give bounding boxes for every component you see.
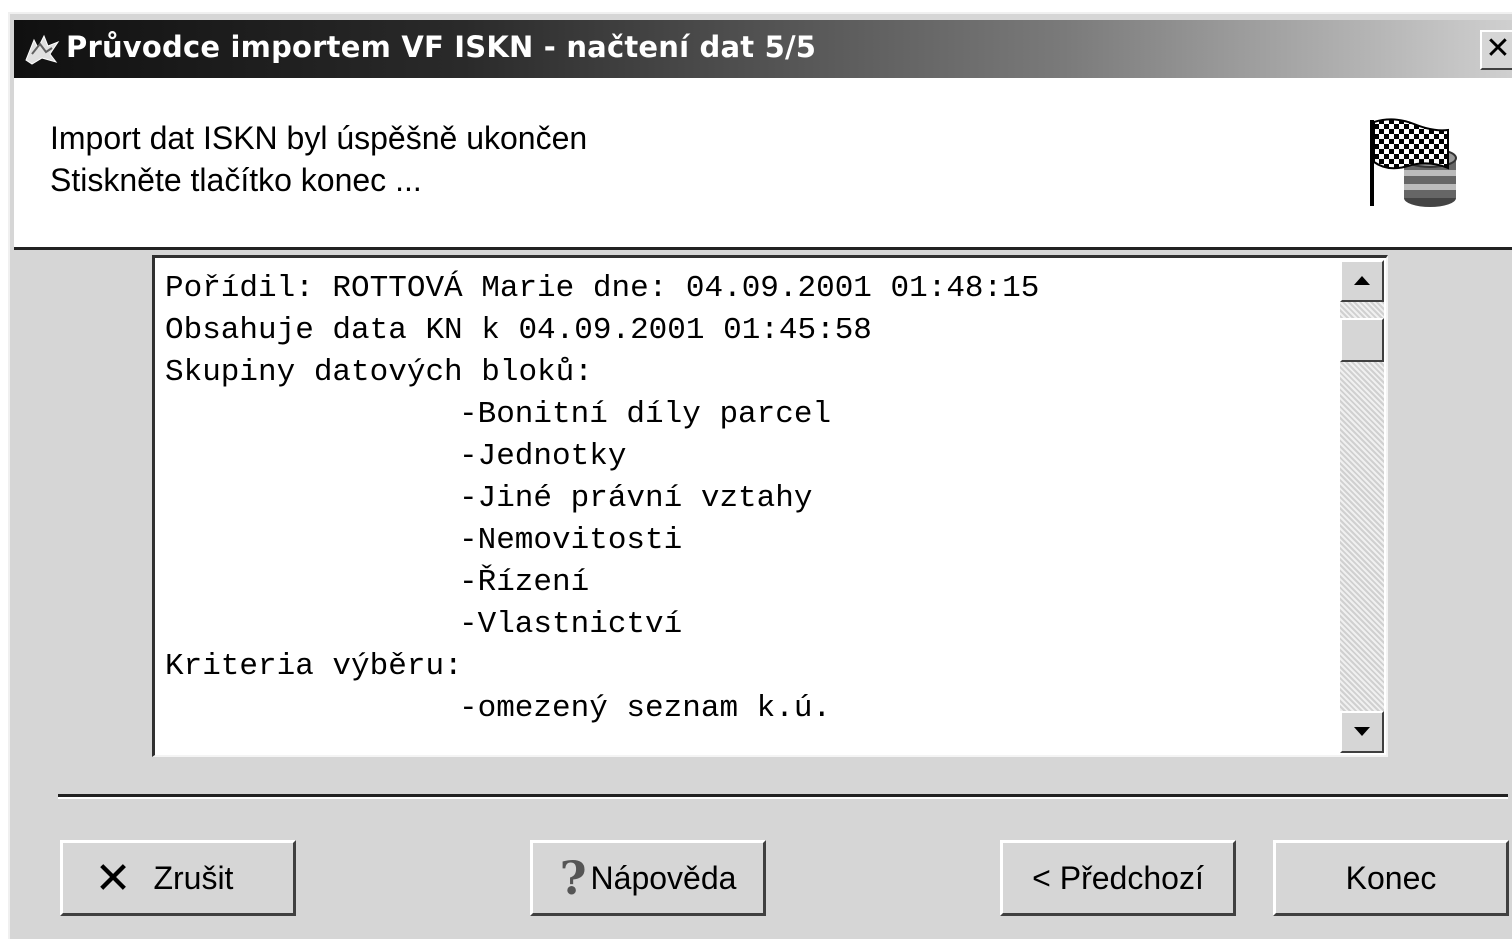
log-line: -Jiné právní vztahy — [459, 481, 813, 516]
previous-label: < Předchozí — [1032, 859, 1204, 896]
help-button[interactable]: ? Nápověda — [530, 840, 766, 916]
title-bar: Průvodce importem VF ISKN - načtení dat … — [14, 20, 1512, 78]
vertical-scrollbar[interactable] — [1340, 260, 1384, 753]
log-line: Pořídil: ROTTOVÁ Marie dne: 04.09.2001 0… — [165, 271, 1040, 306]
scroll-up-button[interactable] — [1340, 260, 1384, 302]
close-button[interactable]: ✕ — [1480, 30, 1512, 70]
finish-label: Konec — [1345, 859, 1437, 896]
cross-icon: ✕ — [94, 852, 132, 904]
scrollbar-thumb[interactable] — [1340, 318, 1384, 362]
scroll-down-button[interactable] — [1340, 711, 1384, 753]
log-line: -Řízení — [459, 565, 590, 600]
log-line: -Jednotky — [459, 439, 627, 474]
log-line: -omezený seznam k.ú. — [459, 691, 832, 726]
window-title: Průvodce importem VF ISKN - načtení dat … — [66, 30, 817, 64]
question-icon: ? — [559, 851, 587, 905]
log-line: -Nemovitosti — [459, 523, 683, 558]
instruction-message: Stiskněte tlačítko konec ... — [50, 162, 422, 198]
status-message: Import dat ISKN byl úspěšně ukončen — [50, 120, 588, 156]
import-log-textbox[interactable]: Pořídil: ROTTOVÁ Marie dne: 04.09.2001 0… — [152, 255, 1388, 757]
log-line: -Bonitní díly parcel — [459, 397, 832, 432]
footer-separator — [58, 794, 1508, 799]
cancel-label: Zrušit — [153, 859, 234, 896]
cancel-button[interactable]: ✕ Zrušit — [60, 840, 296, 916]
help-label: Nápověda — [590, 859, 737, 896]
log-line: Skupiny datových bloků: — [165, 355, 593, 390]
checkered-flag-database-icon — [1370, 118, 1457, 207]
log-line: Kriteria výběru: — [165, 649, 463, 684]
log-line: Obsahuje data KN k 04.09.2001 01:45:58 — [165, 313, 872, 348]
import-log-content: Pořídil: ROTTOVÁ Marie dne: 04.09.2001 0… — [165, 268, 1336, 730]
close-icon: ✕ — [1485, 31, 1511, 66]
app-icon — [25, 34, 60, 65]
log-line: -Vlastnictví — [459, 607, 683, 642]
header-panel: Import dat ISKN byl úspěšně ukončen Stis… — [14, 78, 1512, 250]
arrow-down-icon — [1354, 727, 1370, 736]
previous-button[interactable]: < Předchozí — [1000, 840, 1236, 916]
finish-button[interactable]: Konec — [1273, 840, 1509, 916]
arrow-up-icon — [1354, 276, 1370, 285]
